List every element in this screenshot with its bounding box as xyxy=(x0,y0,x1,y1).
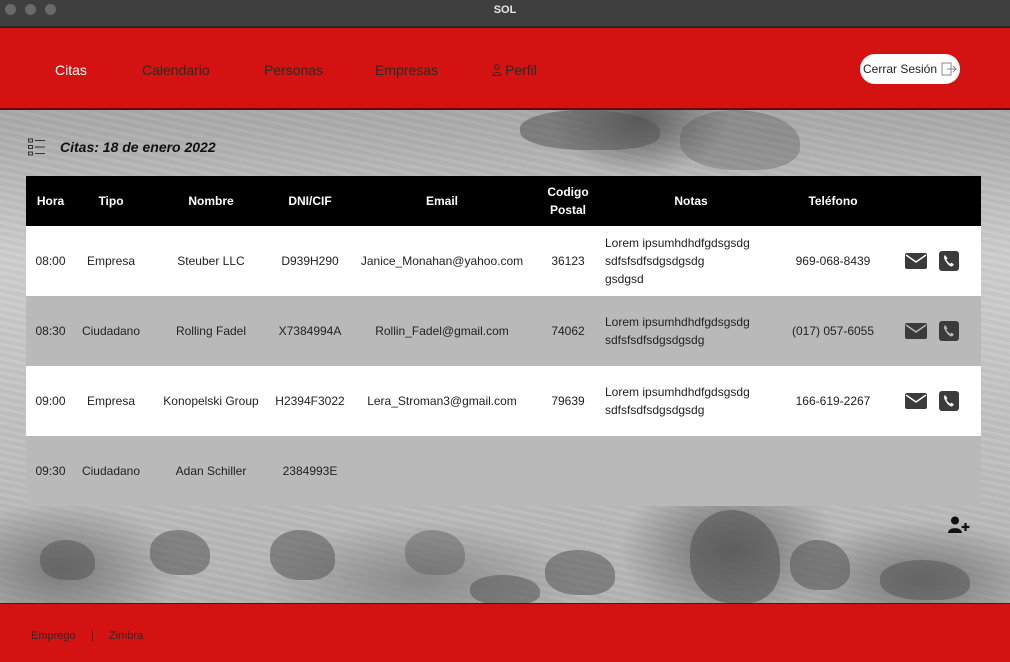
table-row[interactable]: 08:00 Empresa Steuber LLC D939H290 Janic… xyxy=(26,226,981,296)
window-title: SOL xyxy=(493,4,517,16)
row-actions xyxy=(904,296,960,366)
cell-email: Lera_Stroman3@gmail.com xyxy=(367,394,517,408)
table-row[interactable]: 09:00 Empresa Konopelski Group H2394F302… xyxy=(26,366,981,436)
cell-hora: 08:30 xyxy=(35,324,66,338)
cell-notas xyxy=(605,436,777,506)
table-header: Hora Tipo Nombre DNI/CIF Email Codigo Po… xyxy=(26,176,981,226)
phone-icon xyxy=(938,391,959,411)
notes-text: Lorem ipsumhdhdfgdsgsdg sdfsfsdfsdgsdgsd… xyxy=(605,236,750,286)
row-actions xyxy=(904,366,960,436)
background-photo-shape xyxy=(405,530,465,575)
nav-item-personas[interactable]: Personas xyxy=(264,62,323,78)
call-phone-button[interactable] xyxy=(937,321,960,341)
cell-dni: X7384994A xyxy=(278,324,342,338)
cell-notas: Lorem ipsumhdhdfgdsgsdg sdfsfsdfsdgsdgsd… xyxy=(605,296,777,366)
column-header-tipo: Tipo xyxy=(98,194,124,208)
footer-separator: | xyxy=(91,630,94,642)
nav-item-perfil-label: Perfil xyxy=(505,62,537,78)
background-photo-shape xyxy=(690,510,780,603)
background-photo-shape xyxy=(790,540,850,590)
top-navbar: Citas Calendario Personas Empresas Perfi… xyxy=(0,28,1010,109)
cell-nombre: Rolling Fadel xyxy=(175,324,247,338)
user-icon xyxy=(492,64,502,76)
cell-nombre: Konopelski Group xyxy=(163,394,259,408)
cell-dni: D939H290 xyxy=(281,254,339,268)
row-actions xyxy=(904,226,960,296)
background-photo-shape xyxy=(270,530,335,580)
send-email-button[interactable] xyxy=(904,391,927,411)
nav-item-citas[interactable]: Citas xyxy=(55,62,87,78)
column-header-hora: Hora xyxy=(36,194,65,208)
appointments-table: Hora Tipo Nombre DNI/CIF Email Codigo Po… xyxy=(26,176,981,506)
cell-codigo-postal xyxy=(544,436,592,506)
cell-email: Janice_Monahan@yahoo.com xyxy=(360,254,524,268)
send-email-button[interactable] xyxy=(904,251,927,271)
logout-label: Cerrar Sesión xyxy=(862,62,938,76)
nav-item-perfil[interactable]: Perfil xyxy=(492,62,537,78)
cell-nombre: Adan Schiller xyxy=(175,464,247,478)
phone-icon xyxy=(938,251,959,271)
logout-icon xyxy=(941,62,957,76)
email-icon xyxy=(904,253,927,269)
window-titlebar: SOL xyxy=(0,0,1010,27)
call-phone-button[interactable] xyxy=(937,391,960,411)
background-photo-shape xyxy=(40,540,95,580)
cell-email xyxy=(356,436,528,506)
background-photo-shape xyxy=(470,575,540,603)
cell-notas: Lorem ipsumhdhdfgdsgsdg sdfsfsdfsdgsdgsd… xyxy=(605,366,777,436)
background-photo-shape xyxy=(545,550,615,595)
email-icon xyxy=(904,323,927,339)
cell-hora: 09:00 xyxy=(35,394,66,408)
cell-tipo: Ciudadano xyxy=(81,464,141,478)
logout-button[interactable]: Cerrar Sesión xyxy=(860,54,960,84)
background-photo-shape xyxy=(150,530,210,575)
nav-item-calendario[interactable]: Calendario xyxy=(142,62,210,78)
page-heading: Citas: 18 de enero 2022 xyxy=(28,138,216,156)
nav-item-empresas[interactable]: Empresas xyxy=(375,62,438,78)
cell-codigo-postal: 79639 xyxy=(551,394,585,408)
page-title: Citas: 18 de enero 2022 xyxy=(60,139,216,155)
cell-tipo: Empresa xyxy=(86,394,136,408)
table-row[interactable]: 08:30 Ciudadano Rolling Fadel X7384994A … xyxy=(26,296,981,366)
column-header-dni: DNI/CIF xyxy=(288,194,332,208)
footer-link-zimbra[interactable]: Zimbra xyxy=(109,630,143,642)
cell-email: Rollin_Fadel@gmail.com xyxy=(375,324,509,338)
column-header-notas: Notas xyxy=(674,194,708,208)
column-header-codigo-postal: Codigo Postal xyxy=(547,185,589,217)
add-user-icon[interactable] xyxy=(948,516,970,534)
table-row[interactable]: 09:30 Ciudadano Adan Schiller 2384993E xyxy=(26,436,981,506)
background-photo-shape xyxy=(880,560,970,600)
send-email-button[interactable] xyxy=(904,321,927,341)
cell-dni: 2384993E xyxy=(282,464,338,478)
call-phone-button[interactable] xyxy=(937,251,960,271)
notes-text: Lorem ipsumhdhdfgdsgsdg sdfsfsdfsdgsdgsd… xyxy=(605,315,750,347)
cell-telefono: 969-068-8439 xyxy=(795,254,871,268)
cell-dni: H2394F3022 xyxy=(275,394,345,408)
cell-tipo: Ciudadano xyxy=(81,324,141,338)
list-icon xyxy=(28,138,45,156)
cell-telefono: (017) 057-6055 xyxy=(791,324,875,338)
cell-nombre: Steuber LLC xyxy=(177,254,245,268)
background-photo-shape xyxy=(520,110,660,150)
column-header-telefono: Teléfono xyxy=(808,194,858,208)
main-content: Citas: 18 de enero 2022 Hora Tipo Nombre… xyxy=(0,110,1010,603)
footer-link-emprego[interactable]: Emprego xyxy=(31,630,76,642)
cell-hora: 08:00 xyxy=(35,254,66,268)
cell-hora: 09:30 xyxy=(35,464,66,478)
background-photo-shape xyxy=(680,110,800,170)
cell-tipo: Empresa xyxy=(86,254,136,268)
cell-codigo-postal: 74062 xyxy=(551,324,585,338)
cell-codigo-postal: 36123 xyxy=(551,254,585,268)
footer: Emprego | Zimbra xyxy=(0,603,1010,662)
phone-icon xyxy=(938,321,959,341)
column-header-email: Email xyxy=(425,194,458,208)
notes-text: Lorem ipsumhdhdfgdsgsdg sdfsfsdfsdgsdgsd… xyxy=(605,385,750,417)
cell-telefono xyxy=(783,436,883,506)
column-header-nombre: Nombre xyxy=(188,194,234,208)
cell-telefono: 166-619-2267 xyxy=(795,394,871,408)
cell-notas: Lorem ipsumhdhdfgdsgsdg sdfsfsdfsdgsdgsd… xyxy=(605,226,777,296)
email-icon xyxy=(904,393,927,409)
